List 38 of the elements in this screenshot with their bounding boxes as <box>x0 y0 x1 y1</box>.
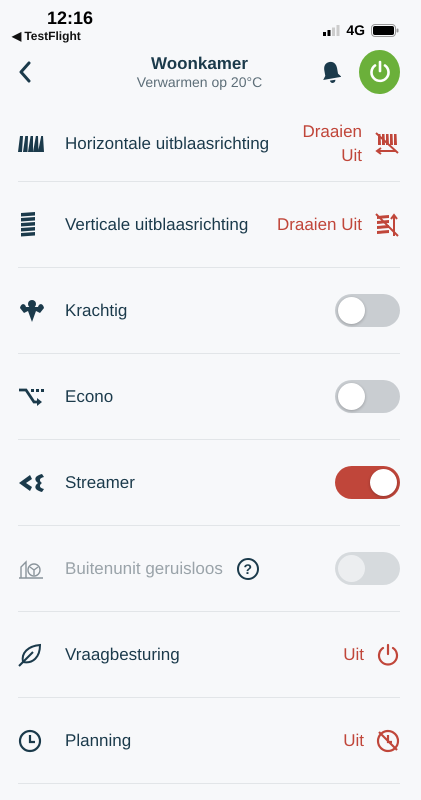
setting-status: Draaien Uit <box>276 214 362 236</box>
back-button[interactable] <box>18 61 32 83</box>
leaf-icon <box>18 642 42 666</box>
stacked-louvers-icon <box>18 212 38 238</box>
setting-label: Planning <box>65 730 132 752</box>
louvers-off-icon[interactable] <box>374 212 400 238</box>
power-icon[interactable] <box>376 642 400 666</box>
branch-arrow-icon <box>18 386 44 408</box>
clock-time: 12:16 <box>47 8 94 28</box>
mode-subtitle: Verwarmen op 20°C <box>136 74 262 90</box>
setting-label: Horizontale uitblaasrichting <box>65 132 270 154</box>
clock-icon <box>18 728 42 752</box>
power-button[interactable] <box>359 50 400 94</box>
setting-label: Krachtig <box>65 300 128 322</box>
setting-status: Draaien Uit <box>301 120 362 166</box>
setting-label: Econo <box>65 386 114 408</box>
slanted-louvers-icon <box>18 134 44 154</box>
setting-status: Uit <box>343 644 364 666</box>
network-label: 4G <box>346 22 365 38</box>
setting-label: Verticale uitblaasrichting <box>65 214 250 236</box>
setting-status: Uit <box>343 730 364 752</box>
chevron-wave-icon <box>18 472 46 494</box>
house-fan-icon <box>18 558 44 578</box>
flexing-figure-icon <box>18 298 46 322</box>
signal-icon <box>323 24 340 36</box>
setting-label: Streamer <box>65 472 136 494</box>
clock-off-icon[interactable] <box>376 728 400 752</box>
back-to-app-link[interactable]: ◀ TestFlight <box>12 28 81 44</box>
setting-label: Vraagbesturing <box>65 644 181 666</box>
battery-icon <box>371 24 399 36</box>
toggle-switch[interactable] <box>335 380 400 413</box>
louvers-off-icon[interactable] <box>374 130 400 156</box>
toggle-switch[interactable] <box>335 294 400 327</box>
bell-icon[interactable] <box>321 59 342 85</box>
setting-label: Buitenunit geruisloos <box>65 558 223 580</box>
room-title: Woonkamer <box>151 54 248 74</box>
power-icon <box>368 60 392 84</box>
toggle-switch[interactable] <box>335 466 400 499</box>
